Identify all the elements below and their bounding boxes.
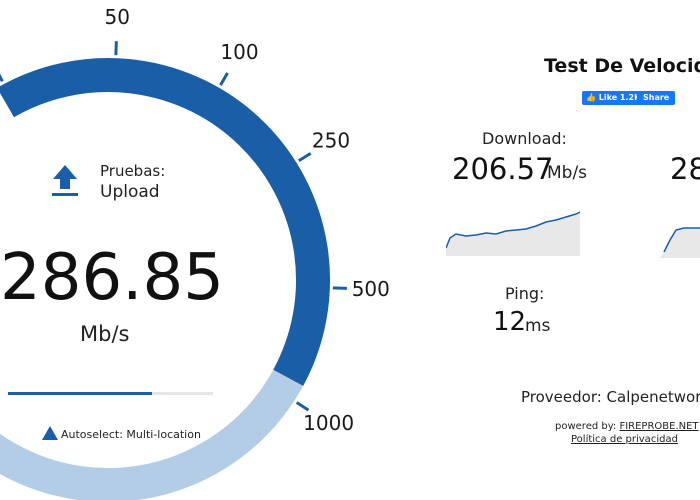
upload-icon (52, 165, 78, 196)
privacy-policy-link[interactable]: Política de privacidad (571, 434, 678, 445)
test-type-label: Pruebas: (100, 162, 166, 180)
location-triangle-icon[interactable] (42, 426, 58, 440)
download-value: 206.57 (452, 152, 554, 186)
download-label: Download: (482, 129, 567, 148)
gauge-scale-label: 100 (220, 40, 258, 64)
upload-value: 28 (670, 152, 700, 186)
upload-sparkline (660, 227, 700, 258)
gauge-tick (0, 73, 4, 83)
thumbs-up-icon: 👍 (586, 93, 596, 102)
gauge-scale-label: 1000 (303, 411, 354, 435)
provider-label: Proveedor: Calpenetworks (521, 388, 700, 406)
gauge-tick (219, 72, 229, 86)
gauge-tick (298, 152, 312, 163)
fireprobe-link[interactable]: FIREPROBE.NET (619, 421, 698, 432)
current-speed-value: 286.85 (0, 241, 224, 315)
autoselect-server[interactable]: Autoselect: Multi-location (61, 428, 201, 441)
test-progress-fill (8, 392, 152, 395)
ping-label: Ping: (505, 284, 545, 303)
gauge-scale-label: 50 (104, 5, 129, 29)
powered-by: powered by: FIREPROBE.NET (555, 421, 699, 432)
page-title: Test De Velocidad (544, 55, 700, 77)
current-speed-unit: Mb/s (80, 322, 130, 346)
like-count-label: Like 1.2K (598, 93, 641, 102)
download-unit: Mb/s (547, 163, 588, 183)
gauge-tick (295, 401, 310, 412)
gauge-scale-label: 500 (352, 277, 390, 301)
test-progress-bar (8, 392, 213, 395)
powered-by-prefix: powered by: (555, 421, 620, 432)
ping-value: 12 (493, 307, 527, 337)
gauge-scale-label: 250 (312, 129, 350, 153)
facebook-share-button[interactable]: Share (637, 91, 676, 105)
facebook-like-button[interactable]: 👍 Like 1.2K (582, 91, 645, 105)
ping-unit: ms (525, 316, 551, 336)
gauge-active-arc (0, 58, 330, 386)
test-type-value: Upload (100, 182, 160, 202)
download-sparkline (446, 211, 581, 256)
